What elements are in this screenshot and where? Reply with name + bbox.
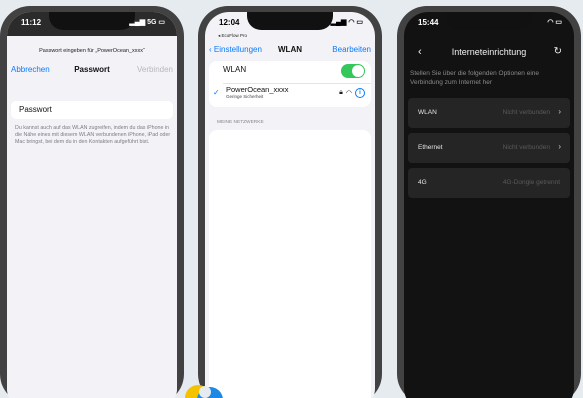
page-title: Interneteinrichtung (451, 47, 527, 57)
option-ethernet[interactable]: Ethernet Nicht verbunden › (408, 133, 570, 163)
back-to-app-link[interactable]: ◂ EcoFlow Pro (218, 33, 247, 39)
option-label: 4G (418, 179, 427, 186)
info-icon[interactable]: i (355, 88, 365, 98)
network-icons: 🔒︎ ◠ i (339, 88, 365, 98)
page-description: Stellen Sie über die folgenden Optionen … (410, 70, 540, 86)
nav-bar: ‹ Einstellungen WLAN Bearbeiten (205, 45, 375, 57)
checkmark-icon: ✓ (213, 88, 220, 97)
chevron-right-icon: › (558, 107, 561, 116)
lock-icon: 🔒︎ (339, 89, 343, 96)
join-button[interactable]: Verbinden (137, 65, 173, 74)
password-sheet: Passwort eingeben für „PowerOcean_xxxx“ … (7, 40, 177, 398)
screen: 15:44 ◠ ▭ ‹ Interneteinrichtung ↻ Stelle… (404, 12, 574, 398)
refresh-icon[interactable]: ↻ (554, 46, 562, 57)
toggle-knob (352, 65, 364, 77)
edit-button[interactable]: Bearbeiten (332, 45, 371, 54)
status-network: ▂▄▆ 5G ▭ (129, 19, 165, 26)
option-4g[interactable]: 4G 4G-Dongle getrennt (408, 168, 570, 198)
network-name: PowerOcean_xxxx (226, 85, 289, 94)
wifi-icon: ◠ (345, 90, 352, 97)
wlan-label: WLAN (223, 65, 247, 74)
network-security: Geringe Sicherheit (226, 94, 264, 99)
option-wlan[interactable]: WLAN Nicht verbunden › (408, 98, 570, 128)
chevron-right-icon: › (558, 142, 561, 151)
option-status: Nicht verbunden (502, 144, 550, 151)
section-header: MEINE NETZWERKE (217, 120, 264, 125)
option-label: WLAN (418, 109, 437, 116)
nav-bar: ‹ Interneteinrichtung ↻ (404, 46, 574, 60)
divider (223, 83, 371, 84)
status-bar: 12:04 ▂▄▆ ◠ ▭ (205, 18, 375, 32)
password-prompt: Passwort eingeben für „PowerOcean_xxxx“ (39, 48, 145, 54)
screen: 12:04 ▂▄▆ ◠ ▭ ◂ EcoFlow Pro ‹ Einstellun… (205, 12, 375, 398)
sheet-nav: Abbrechen Passwort Verbinden (7, 65, 177, 77)
brand-logo (185, 385, 223, 398)
status-time: 11:12 (21, 18, 42, 27)
phone-password-screen: 11:12 ▂▄▆ 5G ▭ Passwort eingeben für „Po… (0, 6, 184, 398)
password-field[interactable]: Passwort (11, 101, 173, 119)
wlan-toggle[interactable] (341, 64, 365, 78)
status-bar: 15:44 ◠ ▭ (404, 18, 574, 32)
password-hint: Du kannst auch auf das WLAN zugreifen, i… (15, 125, 171, 145)
status-time: 12:04 (219, 18, 240, 27)
status-icons: ▂▄▆ ◠ ▭ (330, 19, 363, 26)
status-icons: ◠ ▭ (547, 19, 562, 26)
screen: 11:12 ▂▄▆ 5G ▭ Passwort eingeben für „Po… (7, 12, 177, 398)
phone-wlan-settings: 12:04 ▂▄▆ ◠ ▭ ◂ EcoFlow Pro ‹ Einstellun… (198, 6, 382, 398)
option-label: Ethernet (418, 144, 443, 151)
status-bar: 11:12 ▂▄▆ 5G ▭ (7, 18, 177, 32)
my-networks-list (209, 130, 371, 398)
option-status: 4G-Dongle getrennt (502, 179, 560, 186)
status-time: 15:44 (418, 18, 439, 27)
option-status: Nicht verbunden (502, 109, 550, 116)
phone-internet-setup: 15:44 ◠ ▭ ‹ Interneteinrichtung ↻ Stelle… (397, 6, 581, 398)
wlan-group: WLAN ✓ PowerOcean_xxxx Geringe Sicherhei… (209, 61, 371, 107)
